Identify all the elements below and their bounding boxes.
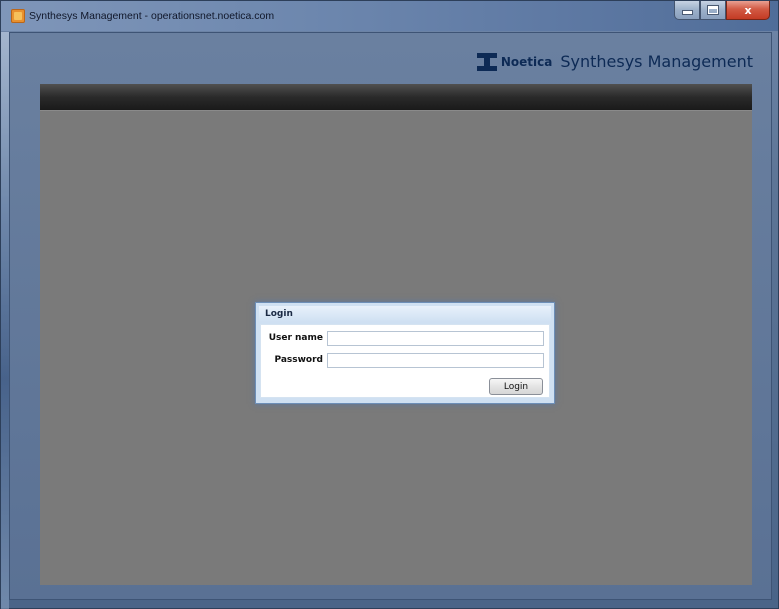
menu-bar (40, 84, 752, 110)
login-button[interactable]: Login (489, 378, 543, 395)
client-area: Noetica Synthesys Management Login User … (9, 32, 772, 600)
minimize-icon (682, 11, 692, 14)
password-label: Password (274, 355, 323, 365)
maximize-icon (708, 6, 718, 14)
password-input[interactable] (327, 353, 544, 368)
maximize-button[interactable] (700, 1, 726, 20)
app-icon (11, 9, 25, 23)
login-form: User name Password Login (260, 324, 550, 398)
window-controls: x (674, 1, 770, 21)
workspace: Login User name Password Login (40, 110, 752, 585)
noetica-logo-icon (476, 52, 497, 71)
username-input[interactable] (327, 331, 544, 346)
close-button[interactable]: x (726, 1, 770, 20)
username-label: User name (268, 333, 323, 343)
brand-header: Noetica Synthesys Management (476, 52, 753, 71)
dialog-title: Login (259, 306, 551, 322)
username-row: User name (261, 331, 549, 347)
window-title: Synthesys Management - operationsnet.noe… (29, 10, 275, 22)
minimize-button[interactable] (674, 1, 700, 20)
login-dialog: Login User name Password Login (255, 302, 555, 404)
brand-product: Synthesys Management (560, 52, 753, 71)
title-bar[interactable]: Synthesys Management - operationsnet.noe… (1, 1, 778, 31)
desktop-background (1, 32, 9, 609)
close-icon: x (744, 3, 752, 17)
app-window: Synthesys Management - operationsnet.noe… (0, 0, 779, 609)
password-row: Password (261, 353, 549, 369)
brand-company: Noetica (500, 54, 553, 69)
